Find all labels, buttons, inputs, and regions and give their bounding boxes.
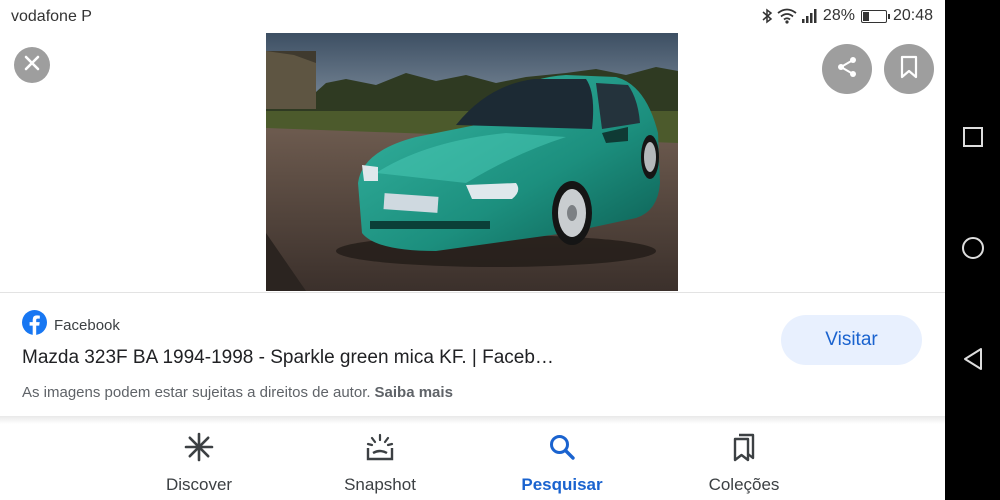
tab-label: Coleções bbox=[708, 475, 780, 494]
square-icon bbox=[962, 126, 984, 153]
result-source[interactable]: Facebook bbox=[22, 310, 120, 340]
tab-search[interactable]: Pesquisar bbox=[502, 432, 622, 495]
visit-button[interactable]: Visitar bbox=[781, 315, 922, 365]
circle-icon bbox=[961, 236, 985, 265]
collections-icon bbox=[729, 432, 759, 467]
copyright-notice: As imagens podem estar sujeitas a direit… bbox=[22, 384, 453, 401]
search-icon bbox=[547, 432, 577, 467]
snapshot-icon bbox=[365, 432, 395, 467]
tab-discover[interactable]: Discover bbox=[139, 432, 259, 495]
share-button[interactable] bbox=[822, 44, 872, 94]
bookmark-icon bbox=[898, 55, 920, 84]
copyright-text: As imagens podem estar sujeitas a direit… bbox=[22, 384, 371, 401]
share-icon bbox=[835, 55, 859, 84]
result-title[interactable]: Mazda 323F BA 1994-1998 - Sparkle green … bbox=[22, 347, 554, 369]
android-nav-bar bbox=[945, 0, 1000, 500]
back-button[interactable] bbox=[945, 341, 1000, 381]
tab-snapshot[interactable]: Snapshot bbox=[320, 432, 440, 495]
back-triangle-icon bbox=[962, 347, 984, 376]
result-image[interactable] bbox=[266, 33, 678, 291]
carrier-name: vodafone P bbox=[11, 8, 92, 25]
battery-percent: 28% bbox=[822, 7, 855, 24]
source-name: Facebook bbox=[54, 316, 120, 334]
tab-label: Snapshot bbox=[344, 475, 416, 494]
home-button[interactable] bbox=[945, 230, 1000, 270]
divider bbox=[0, 292, 945, 293]
close-icon bbox=[23, 54, 41, 77]
bottom-nav: Discover Snapshot Pesquisar Coleções bbox=[0, 424, 945, 500]
recents-button[interactable] bbox=[945, 119, 1000, 159]
bottom-nav-shadow bbox=[0, 416, 945, 424]
bluetooth-icon bbox=[761, 8, 773, 24]
tab-label: Discover bbox=[165, 475, 233, 494]
clock: 20:48 bbox=[892, 7, 933, 24]
bookmark-button[interactable] bbox=[884, 44, 934, 94]
facebook-icon bbox=[22, 310, 47, 340]
asterisk-icon bbox=[184, 432, 214, 467]
learn-more-link[interactable]: Saiba mais bbox=[375, 384, 453, 401]
battery-icon bbox=[860, 9, 890, 23]
tab-collections[interactable]: Coleções bbox=[684, 432, 804, 495]
wifi-icon bbox=[777, 8, 797, 24]
status-icons: 28% 20:48 bbox=[761, 7, 933, 25]
close-button[interactable] bbox=[14, 47, 50, 83]
tab-label: Pesquisar bbox=[521, 475, 603, 494]
status-bar: vodafone P 28% 20:48 bbox=[0, 0, 945, 34]
signal-icon bbox=[801, 8, 819, 24]
